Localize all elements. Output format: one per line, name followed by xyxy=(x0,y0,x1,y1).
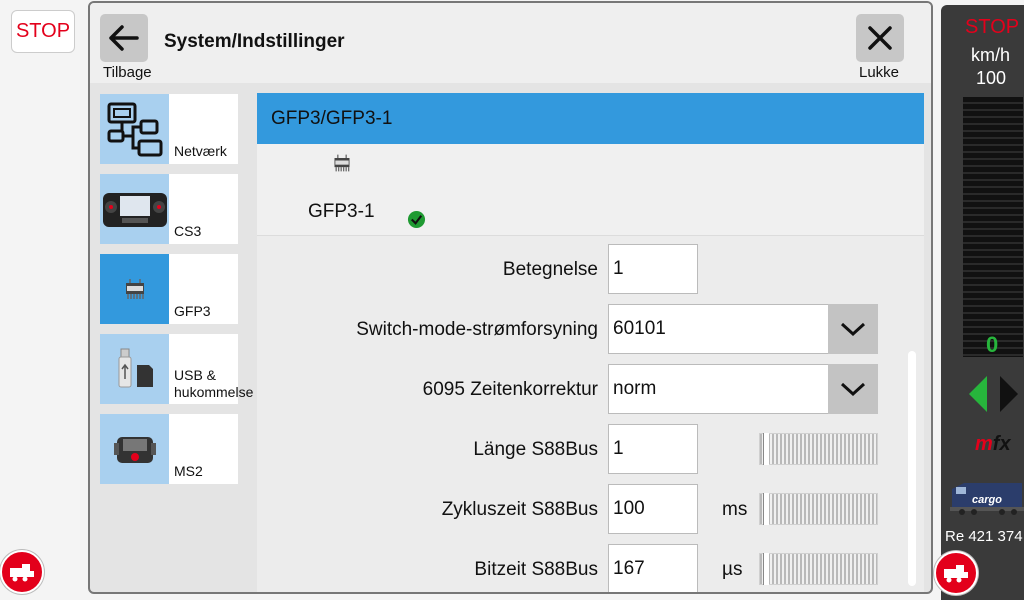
loco-stop-button[interactable]: STOP xyxy=(965,16,1019,39)
close-label: Lukke xyxy=(859,64,900,81)
loco-list-button-right[interactable] xyxy=(934,551,978,595)
bitzeit-s88-slider[interactable] xyxy=(759,553,878,585)
sidebar-item-gfp3[interactable]: GFP3 xyxy=(100,254,238,324)
usb-memory-icon xyxy=(100,334,169,404)
laenge-s88-label: Länge S88Bus xyxy=(473,439,598,460)
gfp3-chip-icon xyxy=(100,254,169,324)
check-icon xyxy=(407,210,426,229)
network-icon xyxy=(100,94,169,164)
loco-list-button-left[interactable] xyxy=(0,550,44,594)
arrow-left-icon xyxy=(109,25,139,51)
scrollbar[interactable] xyxy=(908,351,916,586)
speed-slider[interactable] xyxy=(963,97,1023,357)
device-name: GFP3-1 xyxy=(308,201,375,222)
chevron-down-icon[interactable] xyxy=(828,364,878,414)
laenge-s88-slider[interactable] xyxy=(759,433,878,465)
slider-knob[interactable] xyxy=(763,553,770,585)
chevron-down-icon[interactable] xyxy=(828,304,878,354)
laenge-s88-input[interactable]: 1 xyxy=(608,424,698,474)
slider-knob[interactable] xyxy=(763,493,770,525)
mfx-logo: mfx xyxy=(975,433,1011,455)
app: STOP Tilbage System/Indstillinger Lukke … xyxy=(0,0,1024,600)
max-speed: 100 xyxy=(976,68,1007,88)
loco-name: Re 421 374 xyxy=(945,528,1023,545)
settings-dialog: Tilbage System/Indstillinger Lukke Netvæ… xyxy=(88,1,933,594)
loco-control-panel: STOP km/h 100 0 mfx cargo Re 421 374 xyxy=(941,5,1024,600)
direction-right-icon[interactable] xyxy=(1000,376,1018,412)
section-header: GFP3/GFP3-1 xyxy=(257,93,924,144)
device-area: GFP3-1 xyxy=(257,144,924,236)
bitzeit-unit: µs xyxy=(722,559,743,580)
locomotive-icon xyxy=(944,565,968,583)
dialog-header: Tilbage System/Indstillinger Lukke xyxy=(90,3,931,83)
back-button[interactable] xyxy=(100,14,148,62)
sidebar-item-label: MS2 xyxy=(174,463,203,479)
zykluszeit-s88-label: Zykluszeit S88Bus xyxy=(441,499,598,520)
current-speed: 0 xyxy=(986,332,999,357)
sidebar-item-cs3[interactable]: CS3 xyxy=(100,174,238,244)
power-supply-select[interactable]: 60101 xyxy=(608,304,878,354)
close-icon xyxy=(868,26,892,50)
back-label: Tilbage xyxy=(103,64,152,81)
betegnelse-input[interactable]: 1 xyxy=(608,244,698,294)
zykluszeit-unit: ms xyxy=(722,499,748,520)
bitzeit-s88-label: Bitzeit S88Bus xyxy=(474,559,598,580)
power-supply-label: Switch-mode-strømforsyning xyxy=(356,319,598,340)
loco-tag: cargo xyxy=(972,494,1002,506)
sidebar-item-label: GFP3 xyxy=(174,303,211,319)
sidebar-item-label: Netværk xyxy=(174,143,227,159)
zeitenkorrektur-label: 6095 Zeitenkorrektur xyxy=(422,379,598,400)
sidebar-item-usb-memory[interactable]: USB & hukommelse xyxy=(100,334,253,404)
sidebar-item-network[interactable]: Netværk xyxy=(100,94,238,164)
stop-button[interactable]: STOP xyxy=(11,10,75,53)
zeitenkorrektur-value: norm xyxy=(613,378,657,399)
close-button[interactable] xyxy=(856,14,904,62)
cs3-device-icon xyxy=(100,174,169,244)
locomotive-icon xyxy=(10,564,34,582)
zykluszeit-s88-slider[interactable] xyxy=(759,493,878,525)
zeitenkorrektur-select[interactable]: norm xyxy=(608,364,878,414)
locomotive-image: cargo xyxy=(950,483,1024,515)
gfp3-chip-icon xyxy=(334,154,350,172)
sidebar-item-label: CS3 xyxy=(174,223,202,239)
ms2-device-icon xyxy=(100,414,169,484)
zykluszeit-s88-input[interactable]: 100 xyxy=(608,484,698,534)
sidebar-item-ms2[interactable]: MS2 xyxy=(100,414,238,484)
slider-knob[interactable] xyxy=(763,433,770,465)
content-panel: GFP3/GFP3-1 GFP3-1 Betegnelse 1 Switch-m… xyxy=(257,93,924,592)
sidebar-item-label: USB & hukommelse xyxy=(174,367,254,400)
power-supply-value: 60101 xyxy=(613,318,666,339)
direction-left-icon[interactable] xyxy=(969,376,987,412)
betegnelse-label: Betegnelse xyxy=(502,259,598,280)
speed-unit: km/h xyxy=(971,45,1011,65)
bitzeit-s88-input[interactable]: 167 xyxy=(608,544,698,592)
dialog-title: System/Indstillinger xyxy=(164,31,345,52)
